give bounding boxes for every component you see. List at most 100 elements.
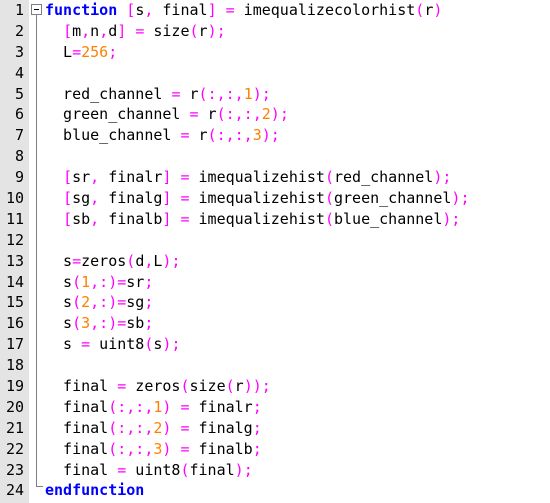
- code-token: ,:): [90, 314, 118, 333]
- line-number: 1: [14, 1, 24, 19]
- code-text[interactable]: red_channel = r(:,:,1);: [45, 84, 271, 105]
- code-line[interactable]: 23 final = uint8(final);: [0, 460, 550, 481]
- code-token: [: [63, 189, 73, 208]
- code-line[interactable]: 17 s = uint8(s);: [0, 334, 550, 355]
- code-token: sb: [126, 314, 145, 333]
- line-number: 17: [5, 335, 24, 354]
- line-number: 19: [5, 377, 24, 396]
- code-token: r: [180, 84, 199, 103]
- code-text[interactable]: s(3,:)=sb;: [45, 313, 153, 334]
- code-token: finalb: [99, 209, 163, 228]
- code-text[interactable]: final = uint8(final);: [45, 460, 253, 481]
- code-token: (: [324, 189, 334, 208]
- code-text[interactable]: [sb, finalb] = imequalizehist(blue_chann…: [45, 209, 460, 230]
- code-line[interactable]: 19 final = zeros(size(r));: [0, 376, 550, 397]
- code-text[interactable]: s(1,:)=sr;: [45, 272, 153, 293]
- code-text[interactable]: blue_channel = r(:,:,3);: [45, 125, 280, 146]
- code-token: ;: [279, 105, 289, 124]
- code-token: 3: [252, 126, 262, 145]
- code-token: ): [261, 126, 271, 145]
- code-line[interactable]: 11 [sb, finalb] = imequalizehist(blue_ch…: [0, 209, 550, 230]
- code-token: imequalizehist: [189, 189, 325, 208]
- line-number: 8: [14, 147, 24, 166]
- code-token: [: [126, 1, 136, 19]
- code-token: ;: [108, 42, 118, 61]
- code-line[interactable]: 9 [sr, finalr] = imequalizehist(red_chan…: [0, 167, 550, 188]
- code-text[interactable]: endfunction: [45, 480, 144, 501]
- code-line[interactable]: 16 s(3,:)=sb;: [0, 313, 550, 334]
- code-token: 1: [81, 272, 91, 291]
- code-line[interactable]: 1 function [s, final] = imequalizecolorhi…: [0, 0, 550, 21]
- code-line[interactable]: 6 green_channel = r(:,:,2);: [0, 104, 550, 125]
- code-token: ;: [460, 189, 470, 208]
- code-lines[interactable]: 1 function [s, final] = imequalizecolorhi…: [0, 0, 550, 501]
- code-line[interactable]: 20 final(:,:,1) = finalr;: [0, 397, 550, 418]
- code-token: size: [189, 377, 226, 396]
- code-token: :,:,: [207, 84, 244, 103]
- code-token: =: [180, 126, 190, 145]
- code-line[interactable]: 14 s(1,:)=sr;: [0, 272, 550, 293]
- code-token: s: [45, 272, 73, 291]
- code-text[interactable]: L=256;: [45, 42, 117, 63]
- code-text[interactable]: s = uint8(s);: [45, 334, 180, 355]
- code-token: finalb: [189, 439, 253, 458]
- code-text[interactable]: final(:,:,3) = finalb;: [45, 439, 262, 460]
- line-number: 7: [14, 126, 24, 145]
- code-token: 2: [261, 105, 271, 124]
- code-token: zeros: [126, 377, 181, 396]
- code-line[interactable]: 2 [m,n,d] = size(r);: [0, 21, 550, 42]
- code-token: sr: [126, 272, 145, 291]
- line-number: 14: [5, 272, 24, 291]
- code-text[interactable]: [sr, finalr] = imequalizehist(red_channe…: [45, 167, 451, 188]
- code-token: ): [207, 21, 217, 40]
- code-text[interactable]: s(2,:)=sg;: [45, 292, 153, 313]
- code-line[interactable]: 8: [0, 146, 550, 167]
- code-line[interactable]: 22 final(:,:,3) = finalb;: [0, 439, 550, 460]
- code-text[interactable]: [m,n,d] = size(r);: [45, 21, 226, 42]
- code-token: (: [207, 126, 217, 145]
- code-token: function: [45, 1, 118, 19]
- code-token: endfunction: [45, 481, 145, 500]
- code-text[interactable]: final = zeros(size(r));: [45, 376, 271, 397]
- code-token: r: [198, 21, 208, 40]
- code-token: imequalizehist: [189, 168, 325, 187]
- code-line[interactable]: 13 s=zeros(d,L);: [0, 251, 550, 272]
- code-line[interactable]: 4: [0, 63, 550, 84]
- code-token: ;: [252, 439, 262, 458]
- code-token: 3: [81, 314, 91, 333]
- code-line[interactable]: 12: [0, 230, 550, 251]
- code-line[interactable]: 3 L=256;: [0, 42, 550, 63]
- code-token: ;: [216, 21, 226, 40]
- code-line[interactable]: 7 blue_channel = r(:,:,3);: [0, 125, 550, 146]
- code-text[interactable]: s=zeros(d,L);: [45, 251, 180, 272]
- code-editor[interactable]: 1 function [s, final] = imequalizecolorhi…: [0, 0, 550, 503]
- code-token: =: [225, 1, 235, 19]
- code-token: ,:): [90, 272, 118, 291]
- code-token: =: [180, 189, 190, 208]
- code-token: ;: [144, 293, 154, 312]
- code-text[interactable]: function [s, final] = imequalizecolorhis…: [45, 0, 442, 21]
- code-token: final: [189, 460, 235, 479]
- code-token: :,:,: [117, 397, 154, 416]
- code-token: =: [117, 377, 127, 396]
- code-line[interactable]: 15 s(2,:)=sg;: [0, 292, 550, 313]
- line-number: 13: [5, 251, 24, 270]
- code-token: r: [189, 126, 208, 145]
- code-text[interactable]: [sg, finalg] = imequalizehist(green_chan…: [45, 188, 469, 209]
- code-line[interactable]: 18: [0, 355, 550, 376]
- code-line[interactable]: 10 [sg, finalg] = imequalizehist(green_c…: [0, 188, 550, 209]
- code-line[interactable]: 21 final(:,:,2) = finalg;: [0, 418, 550, 439]
- code-text[interactable]: green_channel = r(:,:,2);: [45, 104, 289, 125]
- code-line[interactable]: 5 red_channel = r(:,:,1);: [0, 84, 550, 105]
- code-token: =: [180, 209, 190, 228]
- code-text[interactable]: final(:,:,2) = finalg;: [45, 418, 262, 439]
- code-token: r: [424, 1, 434, 19]
- code-token: green_channel: [334, 189, 452, 208]
- code-token: ;: [270, 126, 280, 145]
- code-text[interactable]: final(:,:,1) = finalr;: [45, 397, 262, 418]
- code-token: finalr: [99, 168, 163, 187]
- code-line[interactable]: 24 endfunction: [0, 480, 550, 501]
- code-token: ;: [144, 314, 154, 333]
- code-token: [: [63, 21, 73, 40]
- code-token: (: [324, 209, 334, 228]
